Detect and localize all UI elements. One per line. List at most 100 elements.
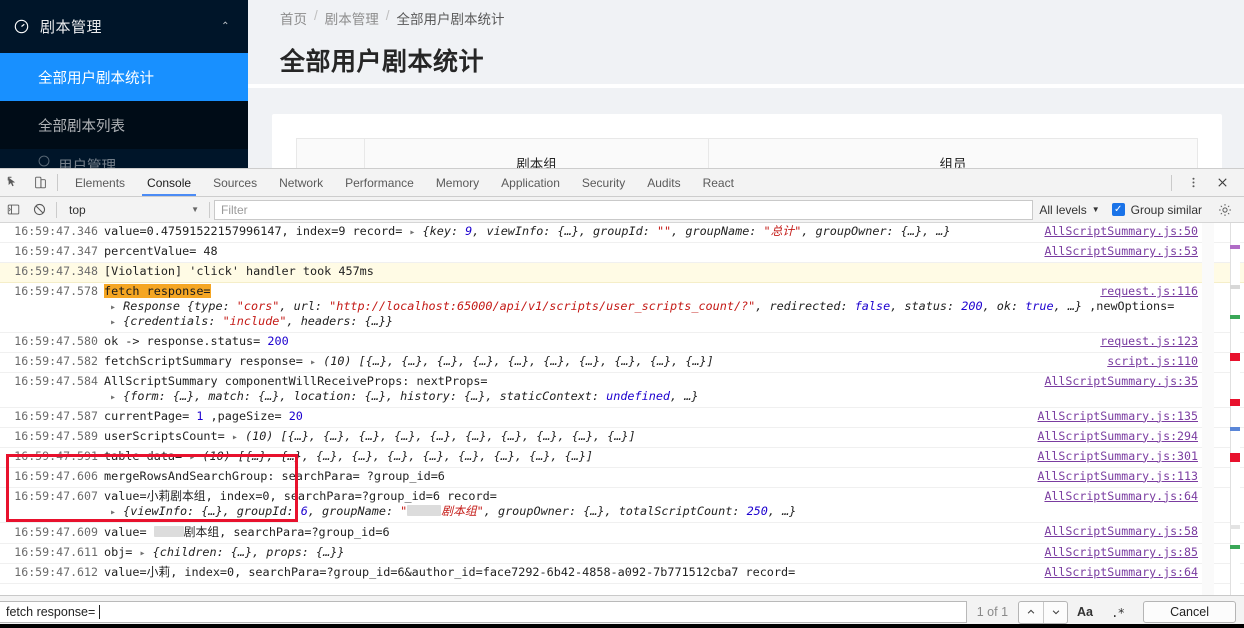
log-message: table data= ▸ (10) [{…}, {…}, {…}, {…}, … <box>104 448 594 463</box>
sidebar-group-script-management[interactable]: 剧本管理 ⌃ <box>0 0 248 53</box>
console-log-row[interactable]: 16:59:47.587 currentPage= 1 ,pageSize= 20… <box>0 408 1244 428</box>
tab-elements[interactable]: Elements <box>64 169 136 196</box>
scroll-marker <box>1230 427 1240 431</box>
sidebar-group-label: 剧本管理 <box>40 19 103 36</box>
console-log-row[interactable]: 16:59:47.578 fetch response= ▸ Response {t… <box>0 283 1244 333</box>
console-filter-input[interactable]: Filter <box>214 199 1034 220</box>
log-timestamp: 16:59:47.346 <box>14 224 98 238</box>
breadcrumb-item-home[interactable]: 首页 <box>280 8 307 28</box>
more-vertical-icon[interactable] <box>1180 176 1207 189</box>
tab-memory[interactable]: Memory <box>425 169 490 196</box>
find-cancel-button[interactable]: Cancel <box>1143 601 1236 623</box>
cursor-inspect-icon[interactable] <box>0 169 27 196</box>
log-source-link[interactable]: AllScriptSummary.js:113 <box>1037 470 1198 483</box>
checkbox-checked-icon[interactable]: ✓ <box>1111 203 1125 216</box>
log-message-detail[interactable]: ▸ {form: {…}, match: {…}, location: {…},… <box>0 390 1244 403</box>
find-query-value: fetch response= <box>6 605 96 619</box>
console-sidebar-icon[interactable] <box>0 203 26 216</box>
console-log-row[interactable]: 16:59:47.591 table data= ▸ (10) [{…}, {…}… <box>0 448 1244 468</box>
log-source-link[interactable]: AllScriptSummary.js:301 <box>1037 450 1198 463</box>
console-filter-placeholder: Filter <box>221 202 248 217</box>
scroll-marker <box>1230 353 1240 361</box>
log-message: value=小莉剧本组, index=0, searchPara=?group_… <box>104 488 497 503</box>
chevron-down-icon: ▼ <box>191 205 199 214</box>
tabbar-spacer <box>745 169 1165 196</box>
log-message: userScriptsCount= ▸ (10) [{…}, {…}, {…},… <box>104 428 636 443</box>
tab-network[interactable]: Network <box>268 169 334 196</box>
console-log-row[interactable]: 16:59:47.606 mergeRowsAndSearchGroup: sea… <box>0 468 1244 488</box>
log-source-link[interactable]: AllScriptSummary.js:294 <box>1037 430 1198 443</box>
log-level-selector[interactable]: All levels ▼ <box>1039 203 1111 217</box>
log-message-detail[interactable]: ▸ {credentials: "include", headers: {…}} <box>0 315 1244 328</box>
tab-console[interactable]: Console <box>136 169 202 196</box>
group-similar-label: Group similar <box>1130 202 1202 217</box>
log-source-link[interactable]: request.js:116 <box>1100 285 1198 298</box>
tab-audits[interactable]: Audits <box>636 169 691 196</box>
log-message: ok -> response.status= 200 <box>104 333 289 348</box>
toolbar-divider <box>57 174 58 191</box>
log-source-link[interactable]: AllScriptSummary.js:64 <box>1044 490 1198 503</box>
log-timestamp: 16:59:47.584 <box>14 373 98 388</box>
log-message-detail[interactable]: ▸ {viewInfo: {…}, groupId: 6, groupName:… <box>0 505 1244 518</box>
breadcrumb-separator: / <box>314 8 318 23</box>
console-log-row[interactable]: 16:59:47.612 value=小莉, index=0, searchPar… <box>0 564 1244 585</box>
log-source-link[interactable]: AllScriptSummary.js:58 <box>1044 526 1198 538</box>
find-match-case-button[interactable]: Aa <box>1068 605 1102 619</box>
tab-sources[interactable]: Sources <box>202 169 268 196</box>
sidebar-item-label: 全部剧本列表 <box>38 118 125 135</box>
log-timestamp: 16:59:47.609 <box>14 525 98 540</box>
log-source-link[interactable]: request.js:123 <box>1100 335 1198 348</box>
sidebar-item-all-script-list[interactable]: 全部剧本列表 <box>0 101 248 149</box>
log-timestamp: 16:59:47.611 <box>14 545 98 560</box>
execution-context-selector[interactable]: top ▼ <box>61 200 205 220</box>
log-source-link[interactable]: AllScriptSummary.js:35 <box>1044 375 1198 388</box>
breadcrumb-item-script-management[interactable]: 剧本管理 <box>325 8 379 28</box>
log-source-link[interactable]: script.js:110 <box>1107 355 1198 368</box>
window-bottom-edge <box>0 624 1244 628</box>
console-log-row[interactable]: 16:59:47.609 value= 剧本组, searchPara=?grou… <box>0 523 1244 545</box>
console-log-row[interactable]: 16:59:47.580 ok -> response.status= 200 re… <box>0 333 1244 353</box>
find-next-button[interactable] <box>1043 601 1067 623</box>
chevron-up-icon[interactable]: ⌃ <box>221 21 230 32</box>
page-header-divider <box>248 84 1244 88</box>
clear-console-icon[interactable] <box>26 203 52 216</box>
log-source-link[interactable]: AllScriptSummary.js:85 <box>1044 547 1198 559</box>
tab-security[interactable]: Security <box>571 169 636 196</box>
scroll-marker <box>1230 525 1240 529</box>
console-log-row[interactable]: 16:59:47.582 fetchScriptSummary response=… <box>0 353 1244 373</box>
tab-react[interactable]: React <box>692 169 745 196</box>
dashboard-icon <box>14 19 36 34</box>
console-log-row[interactable]: 16:59:47.346 value=0.47591522157996147, i… <box>0 223 1244 243</box>
console-log-row[interactable]: 16:59:47.611 obj= ▸ {children: {…}, props… <box>0 544 1244 565</box>
chevron-down-icon: ▼ <box>1091 205 1100 214</box>
console-log-row[interactable]: 16:59:47.348 [Violation] 'click' handler … <box>0 263 1244 283</box>
breadcrumb: 首页 / 剧本管理 / 全部用户剧本统计 <box>248 0 1244 28</box>
log-timestamp: 16:59:47.606 <box>14 468 98 483</box>
console-log-row[interactable]: 16:59:47.347 percentValue= 48 AllScriptSum… <box>0 243 1244 263</box>
breadcrumb-item-current: 全部用户剧本统计 <box>396 12 505 27</box>
device-toolbar-icon[interactable] <box>27 169 54 196</box>
sidebar-item-all-user-script-stats[interactable]: 全部用户剧本统计 <box>0 53 248 101</box>
close-icon[interactable] <box>1209 176 1236 189</box>
find-prev-button[interactable] <box>1019 602 1043 623</box>
log-message-detail[interactable]: ▸ Response {type: "cors", url: "http://l… <box>0 300 1244 313</box>
text-caret <box>99 605 101 619</box>
log-source-link[interactable]: AllScriptSummary.js:64 <box>1044 567 1198 579</box>
execution-context-value: top <box>69 202 86 217</box>
find-regex-button[interactable]: .* <box>1102 605 1133 620</box>
console-scrollbar-track[interactable] <box>1202 223 1214 595</box>
tab-application[interactable]: Application <box>490 169 571 196</box>
tab-performance[interactable]: Performance <box>334 169 425 196</box>
log-source-link[interactable]: AllScriptSummary.js:135 <box>1037 410 1198 423</box>
log-source-link[interactable]: AllScriptSummary.js:50 <box>1044 225 1198 238</box>
console-log-row[interactable]: 16:59:47.589 userScriptsCount= ▸ (10) [{…… <box>0 428 1244 448</box>
log-timestamp: 16:59:47.347 <box>14 244 98 258</box>
find-input[interactable]: fetch response= <box>0 601 967 623</box>
group-similar-toggle[interactable]: ✓ Group similar <box>1111 202 1212 217</box>
console-log-row[interactable]: 16:59:47.584 AllScriptSummary componentWi… <box>0 373 1244 408</box>
log-message: fetch response= <box>104 284 211 298</box>
console-log-list[interactable]: 16:59:47.346 value=0.47591522157996147, i… <box>0 223 1244 595</box>
console-log-row[interactable]: 16:59:47.607 value=小莉剧本组, index=0, search… <box>0 488 1244 524</box>
gear-icon[interactable] <box>1212 203 1238 217</box>
log-source-link[interactable]: AllScriptSummary.js:53 <box>1044 245 1198 258</box>
